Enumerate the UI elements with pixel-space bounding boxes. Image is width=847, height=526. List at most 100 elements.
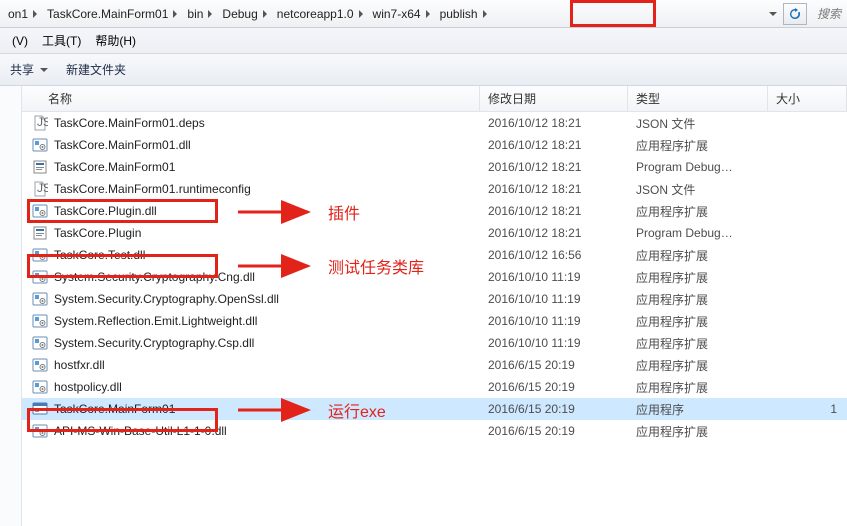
share-button[interactable]: 共享: [10, 61, 48, 78]
file-name: System.Security.Cryptography.OpenSsl.dll: [54, 292, 279, 306]
column-header-size[interactable]: 大小: [768, 86, 847, 111]
file-date: 2016/10/12 18:21: [480, 182, 628, 196]
breadcrumb-item[interactable]: on1: [2, 3, 41, 25]
chevron-right-icon: [483, 10, 487, 18]
file-row[interactable]: TaskCore.Plugin 2016/10/12 18:21Program D…: [22, 222, 847, 244]
file-type: 应用程序扩展: [628, 247, 768, 264]
file-date: 2016/6/15 20:19: [480, 358, 628, 372]
file-row[interactable]: API-MS-Win-Base-Util-L1-1-0.dll2016/6/15…: [22, 420, 847, 442]
file-row[interactable]: System.Security.Cryptography.Cng.dll2016…: [22, 266, 847, 288]
file-row[interactable]: hostpolicy.dll 2016/6/15 20:19应用程序扩展: [22, 376, 847, 398]
new-folder-label: 新建文件夹: [66, 61, 126, 78]
file-type: 应用程序扩展: [628, 203, 768, 220]
breadcrumb-item[interactable]: win7-x64: [367, 3, 434, 25]
dll-icon: [32, 269, 48, 285]
file-date: 2016/10/10 11:19: [480, 336, 628, 350]
chevron-right-icon: [426, 10, 430, 18]
file-type: JSON 文件: [628, 115, 768, 132]
dll-icon: [32, 203, 48, 219]
file-row[interactable]: JS TaskCore.MainForm01.deps 2016/10/12 18:…: [22, 112, 847, 134]
file-type: Program Debug…: [628, 226, 768, 240]
menu-item[interactable]: 工具(T): [36, 29, 87, 52]
file-name: TaskCore.Test.dll: [54, 248, 145, 262]
refresh-button[interactable]: [783, 3, 807, 25]
pdb-icon: [32, 159, 48, 175]
exe-icon: [32, 401, 48, 417]
dll-icon: [32, 247, 48, 263]
breadcrumb-item-label: publish: [440, 7, 478, 21]
file-size: 1: [768, 402, 847, 416]
pdb-icon: [32, 225, 48, 241]
breadcrumb-item[interactable]: bin: [181, 3, 216, 25]
breadcrumb-dropdown-icon[interactable]: [769, 12, 777, 16]
dll-icon: [32, 335, 48, 351]
menu-item[interactable]: 帮助(H): [89, 29, 142, 52]
file-row[interactable]: TaskCore.Test.dll 2016/10/12 16:56应用程序扩展: [22, 244, 847, 266]
file-type: 应用程序扩展: [628, 379, 768, 396]
file-row[interactable]: System.Reflection.Emit.Lightweight.dll20…: [22, 310, 847, 332]
file-type: 应用程序扩展: [628, 357, 768, 374]
file-row[interactable]: TaskCore.MainForm012016/10/12 18:21Progr…: [22, 156, 847, 178]
menu-item[interactable]: (V): [6, 31, 34, 51]
file-date: 2016/10/12 16:56: [480, 248, 628, 262]
toolbar: 共享 新建文件夹: [0, 54, 847, 86]
file-date: 2016/10/12 18:21: [480, 226, 628, 240]
file-type: 应用程序: [628, 401, 768, 418]
share-label: 共享: [10, 61, 34, 78]
file-row[interactable]: TaskCore.Plugin.dll2016/10/12 18:21应用程序扩…: [22, 200, 847, 222]
svg-text:JS: JS: [37, 115, 48, 129]
file-date: 2016/10/10 11:19: [480, 292, 628, 306]
file-type: 应用程序扩展: [628, 269, 768, 286]
file-name: System.Security.Cryptography.Csp.dll: [54, 336, 254, 350]
breadcrumb-item[interactable]: netcoreapp1.0: [271, 3, 367, 25]
file-name: TaskCore.MainForm01: [54, 160, 175, 174]
breadcrumb-item-label: TaskCore.MainForm01: [47, 7, 168, 21]
file-type: 应用程序扩展: [628, 291, 768, 308]
file-name: TaskCore.MainForm01.deps: [54, 116, 205, 130]
chevron-right-icon: [33, 10, 37, 18]
file-name: API-MS-Win-Base-Util-L1-1-0.dll: [54, 424, 227, 438]
file-name: TaskCore.MainForm01.dll: [54, 138, 191, 152]
file-list: 名称 修改日期 类型 大小 JS TaskCore.MainForm01.deps…: [22, 86, 847, 526]
dll-icon: [32, 379, 48, 395]
chevron-right-icon: [263, 10, 267, 18]
file-name: hostpolicy.dll: [54, 380, 122, 394]
file-row[interactable]: JSTaskCore.MainForm01.runtimeconfig2016/…: [22, 178, 847, 200]
file-type: 应用程序扩展: [628, 335, 768, 352]
file-date: 2016/6/15 20:19: [480, 402, 628, 416]
file-date: 2016/10/10 11:19: [480, 270, 628, 284]
file-name: TaskCore.MainForm01.runtimeconfig: [54, 182, 251, 196]
breadcrumb-item[interactable]: Debug: [216, 3, 270, 25]
breadcrumb-item[interactable]: publish: [434, 3, 491, 25]
file-row[interactable]: TaskCore.MainForm012016/6/15 20:19应用程序1: [22, 398, 847, 420]
column-header-name[interactable]: 名称: [22, 86, 480, 111]
chevron-right-icon: [173, 10, 177, 18]
file-name: TaskCore.Plugin: [54, 226, 141, 240]
file-date: 2016/10/12 18:21: [480, 138, 628, 152]
column-header-type[interactable]: 类型: [628, 86, 768, 111]
file-type: 应用程序扩展: [628, 313, 768, 330]
json-icon: JS: [32, 115, 48, 131]
breadcrumb-bar: on1 TaskCore.MainForm01 binDebugnetcoreapp…: [0, 0, 847, 28]
new-folder-button[interactable]: 新建文件夹: [66, 61, 126, 78]
dll-icon: [32, 357, 48, 373]
column-header-date[interactable]: 修改日期: [480, 86, 628, 111]
file-type: 应用程序扩展: [628, 137, 768, 154]
file-name: hostfxr.dll: [54, 358, 105, 372]
column-header-row: 名称 修改日期 类型 大小: [22, 86, 847, 112]
breadcrumb-item-label: on1: [8, 7, 28, 21]
file-date: 2016/6/15 20:19: [480, 380, 628, 394]
search-input[interactable]: 搜索: [811, 5, 845, 22]
file-row[interactable]: System.Security.Cryptography.Csp.dll 2016…: [22, 332, 847, 354]
file-date: 2016/10/12 18:21: [480, 116, 628, 130]
file-date: 2016/10/10 11:19: [480, 314, 628, 328]
file-row[interactable]: hostfxr.dll 2016/6/15 20:19应用程序扩展: [22, 354, 847, 376]
file-row[interactable]: TaskCore.MainForm01.dll 2016/10/12 18:21应…: [22, 134, 847, 156]
breadcrumb-item[interactable]: TaskCore.MainForm01: [41, 3, 181, 25]
nav-pane: [0, 86, 22, 526]
file-type: Program Debug…: [628, 160, 768, 174]
file-date: 2016/10/12 18:21: [480, 204, 628, 218]
file-row[interactable]: System.Security.Cryptography.OpenSsl.dll…: [22, 288, 847, 310]
dll-icon: [32, 423, 48, 439]
menu-bar: (V)工具(T)帮助(H): [0, 28, 847, 54]
